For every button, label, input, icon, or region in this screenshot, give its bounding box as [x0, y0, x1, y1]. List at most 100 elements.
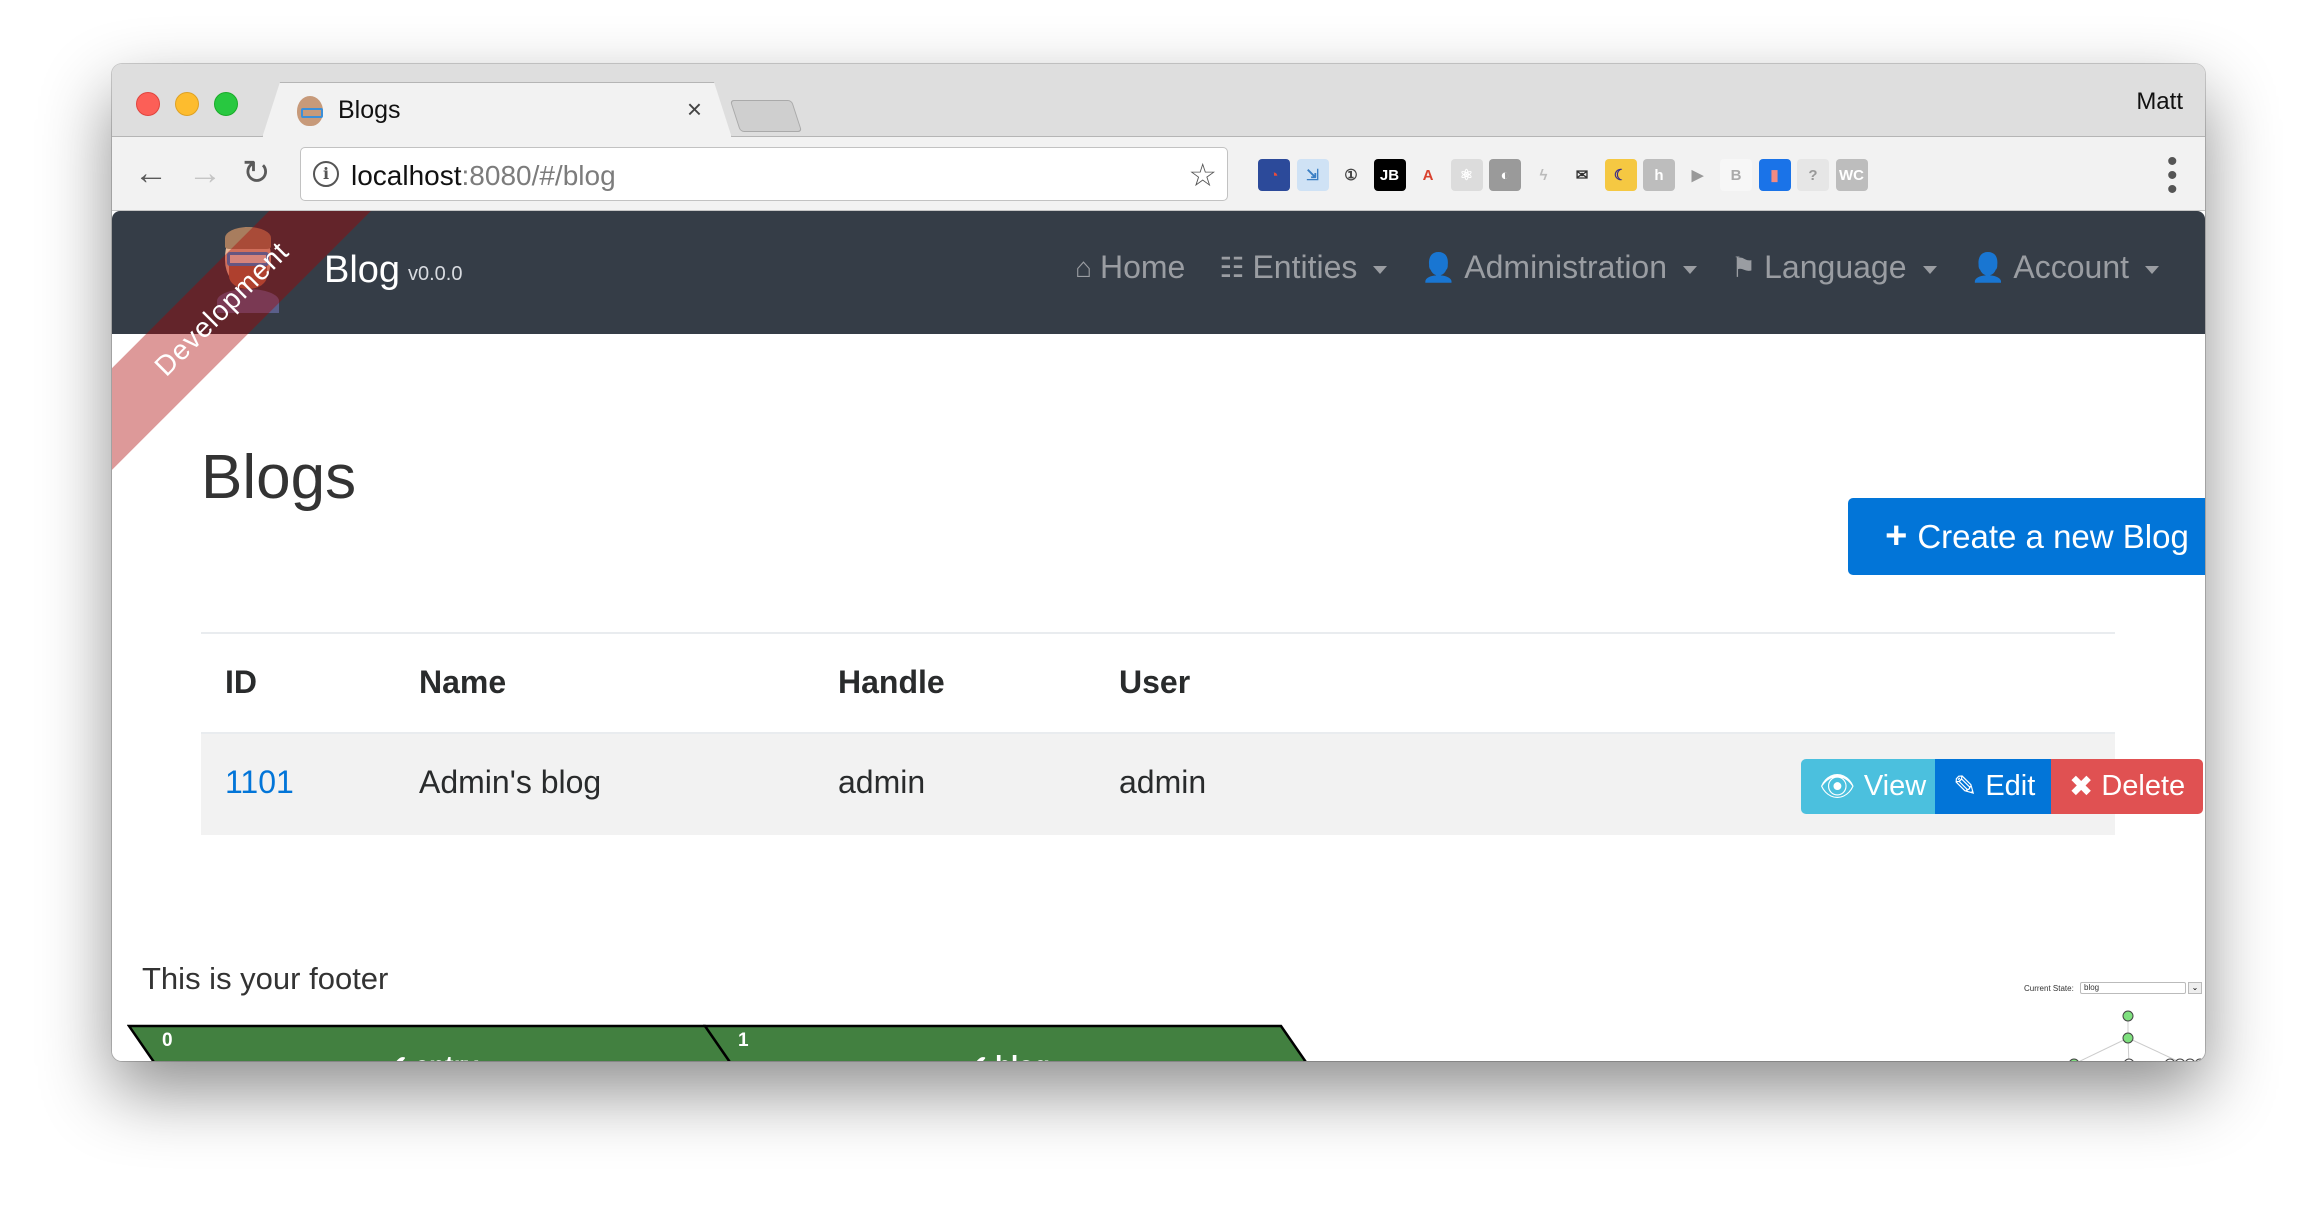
list-icon: ☷ — [1219, 252, 1245, 283]
new-tab-button[interactable] — [729, 100, 803, 132]
blog-user[interactable]: admin — [1119, 764, 1206, 801]
info-icon[interactable]: i — [313, 161, 339, 187]
profile-name[interactable]: Matt — [2136, 88, 2183, 116]
transition-name: ✔ blog — [703, 1050, 1313, 1061]
header-name[interactable]: Name — [419, 664, 506, 701]
blog-id-link[interactable]: 1101 — [225, 764, 294, 801]
caret-down-icon — [1373, 265, 1388, 274]
nav-item-label: Account — [2013, 249, 2129, 285]
url-host: localhost — [351, 160, 462, 191]
browser-window: Blogs × Matt ← → ↻ i localhost:8080/#/bl… — [112, 64, 2205, 1061]
view-label: View — [1863, 770, 1927, 802]
view-button[interactable]: 👁 View — [1801, 759, 1935, 814]
delete-button[interactable]: ✖ Delete — [2051, 759, 2203, 814]
table-header: ID Name Handle User — [201, 634, 2115, 732]
font-a-extension-icon[interactable]: A — [1412, 159, 1444, 191]
header-handle[interactable]: Handle — [838, 664, 945, 701]
browser-toolbar: ← → ↻ i localhost:8080/#/blog ☆ ◔ ⇲ ① JB A ⚛ ◐… — [112, 137, 2205, 211]
transition-index: 0 — [162, 1030, 173, 1051]
flag-icon: ⚑ — [1731, 252, 1757, 283]
blog-name: Admin's blog — [419, 764, 602, 800]
state-tree-diagram[interactable] — [2024, 980, 2205, 1061]
x-icon: ✖ — [2069, 771, 2094, 803]
url-path: :8080/#/blog — [461, 160, 616, 191]
back-arrow-icon[interactable]: ← — [134, 153, 168, 193]
edit-button[interactable]: ✎ Edit — [1935, 759, 2051, 814]
nav-item-home[interactable]: ⌂ Home — [1075, 249, 1185, 286]
plus-icon: + — [1885, 515, 1908, 557]
caret-down-icon — [1683, 265, 1698, 274]
blogs-table: ID Name Handle User 1101 Admin's blog ad… — [201, 634, 2203, 835]
brand-name[interactable]: Blog — [324, 249, 400, 292]
transition-history: 0success✔ entry1success✔ blog — [127, 1024, 1307, 1061]
forward-arrow-icon[interactable]: → — [188, 153, 222, 193]
caret-down-icon — [2145, 265, 2159, 274]
minimize-window-button[interactable] — [175, 92, 199, 116]
lighthouse-extension-icon[interactable]: ▮ — [1758, 159, 1791, 191]
transition-blog[interactable]: 1success✔ blog — [703, 1024, 1313, 1061]
transition-entry[interactable]: 0success✔ entry — [127, 1024, 737, 1061]
tree-node — [2175, 1058, 2185, 1061]
favicon-icon — [297, 96, 323, 126]
ghostery-extension-icon[interactable]: ◐ — [1489, 159, 1521, 191]
tree-node — [2185, 1058, 2195, 1061]
caret-down-icon — [1922, 265, 1937, 274]
bookmark-star-icon[interactable]: ☆ — [1188, 156, 1217, 194]
nav-item-account[interactable]: 👤 Account — [1970, 249, 2159, 286]
nav-item-label: Entities — [1252, 249, 1358, 285]
header-user[interactable]: User — [1119, 664, 1190, 701]
nav-item-administration[interactable]: 👤 Administration — [1421, 249, 1698, 286]
url-text[interactable]: localhost:8080/#/blog — [351, 160, 616, 192]
checkmark-icon: ✔ — [386, 1050, 408, 1061]
b-extension-icon[interactable]: B — [1720, 159, 1752, 191]
checkmark-icon: ✔ — [966, 1050, 988, 1061]
pencil-icon: ✎ — [1953, 771, 1978, 803]
brand-version: v0.0.0 — [408, 263, 463, 285]
eye-icon: 👁 — [1819, 770, 1856, 803]
wc-extension-icon[interactable]: WC — [1835, 159, 1868, 191]
create-blog-button[interactable]: + Create a new Blog — [1848, 498, 2205, 575]
onepassword-extension-icon[interactable]: ① — [1335, 159, 1367, 191]
close-window-button[interactable] — [136, 92, 160, 116]
tree-node — [2069, 1058, 2079, 1061]
footer-text: This is your footer — [142, 961, 389, 996]
nav-item-label: Administration — [1464, 249, 1668, 285]
transition-index: 1 — [738, 1030, 749, 1051]
page-content: Blog v0.0.0 ⌂ Home ☷ Entities 👤 Administratio… — [112, 211, 2205, 1061]
header-id[interactable]: ID — [225, 664, 257, 701]
nav-item-entities[interactable]: ☷ Entities — [1219, 249, 1388, 286]
table-row: 1101 Admin's blog admin admin 👁 View ✎ E… — [201, 732, 2203, 835]
maximize-window-button[interactable] — [214, 92, 238, 116]
window-resizer-extension-icon[interactable]: ⇲ — [1296, 159, 1329, 191]
page-title: Blogs — [201, 443, 357, 512]
brand-logo-avatar[interactable] — [217, 227, 279, 313]
nav-menu: ⌂ Home ☷ Entities 👤 Administration ⚑ Language 👤 A… — [1075, 249, 2159, 286]
browser-menu-icon[interactable]: • • • — [2167, 147, 2178, 205]
video-extension-icon[interactable]: ▶ — [1681, 159, 1714, 191]
jetbrains-extension-icon[interactable]: JB — [1373, 159, 1406, 191]
app-navbar: Blog v0.0.0 ⌂ Home ☷ Entities 👤 Administratio… — [112, 211, 2205, 334]
user-plus-icon: 👤 — [1421, 252, 1457, 283]
lightning-extension-icon[interactable]: ϟ — [1527, 159, 1560, 191]
transition-name: ✔ entry — [127, 1050, 737, 1061]
help-extension-icon[interactable]: ? — [1797, 159, 1829, 191]
address-bar[interactable]: i localhost:8080/#/blog ☆ — [300, 147, 1228, 201]
h-extension-icon[interactable]: h — [1643, 159, 1675, 191]
user-icon: 👤 — [1970, 252, 2006, 283]
tree-node — [2122, 1032, 2134, 1044]
moon-extension-icon[interactable]: ☾ — [1604, 159, 1637, 191]
tab-blogs[interactable]: Blogs × — [262, 82, 732, 138]
speedometer-extension-icon[interactable]: ◔ — [1258, 159, 1290, 191]
create-blog-label: Create a new Blog — [1917, 517, 2189, 555]
tree-node — [2122, 1010, 2134, 1022]
row-actions: 👁 View ✎ Edit ✖ Delete — [1801, 759, 2203, 814]
mail-check-extension-icon[interactable]: ✉ — [1566, 159, 1598, 191]
nav-item-language[interactable]: ⚑ Language — [1731, 249, 1937, 286]
reload-icon[interactable]: ↻ — [242, 153, 271, 193]
tree-edge — [2079, 1037, 2129, 1061]
tab-close-icon[interactable]: × — [687, 94, 702, 125]
nav-item-label: Language — [1764, 249, 1907, 285]
react-devtools-extension-icon[interactable]: ⚛ — [1450, 159, 1483, 191]
edit-label: Edit — [1985, 770, 2036, 802]
delete-label: Delete — [2101, 770, 2186, 802]
